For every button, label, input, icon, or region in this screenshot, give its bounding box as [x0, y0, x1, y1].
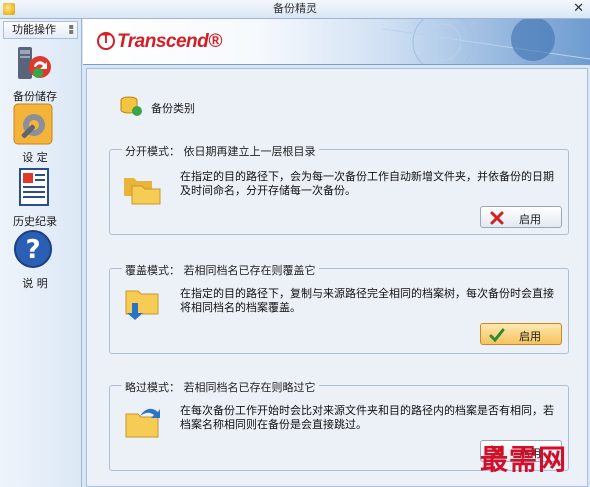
group-legend: 分开模式： 依日期再建立上一层根目录 [122, 143, 319, 159]
enable-button-separate[interactable]: 启用 [480, 206, 562, 228]
sidebar-item-backup[interactable]: 备份储存 [0, 43, 82, 103]
brand-logo: Transcend® [97, 31, 222, 53]
grip-icon: ▪ ▪ [68, 22, 74, 36]
svg-text:?: ? [25, 235, 40, 265]
button-label: 启用 [519, 213, 541, 226]
group-legend: 覆盖模式： 若相同档名已存在则覆盖它 [122, 262, 319, 278]
group-description: 在指定的目的路径下，会为每一次备份工作自动新增文件夹，并依备份的日期及时间命名，… [180, 170, 554, 197]
folder-overwrite-icon [125, 290, 159, 320]
sidebar-item-settings[interactable]: 设 定 [0, 103, 82, 164]
window-title: 备份精灵 [273, 2, 317, 15]
mode-group-separate: 分开模式： 依日期再建立上一层根目录 在指定的目的路径下，会为每一次备份工作自动… [109, 143, 569, 235]
sidebar-item-label: 说 明 [22, 277, 48, 290]
banner-art-icon [383, 19, 590, 64]
sidebar-header-label: 功能操作 [12, 23, 56, 36]
database-icon [120, 96, 142, 116]
mode-group-overwrite: 覆盖模式： 若相同档名已存在则覆盖它 在指定的目的路径下，复制与来源路径完全相同… [109, 262, 569, 354]
settings-icon [13, 103, 53, 145]
sidebar-item-history[interactable]: 历史纪录 [0, 167, 82, 228]
sidebar: 功能操作 ▪ ▪ 备份储存 设 定 历史纪录 ? 说 明 [0, 19, 82, 487]
enable-button-overwrite[interactable]: 启用 [480, 323, 562, 345]
backup-icon [18, 47, 51, 79]
main-panel: 备份类别 分开模式： 依日期再建立上一层根目录 在指定的目的路径下，会为每一次备… [86, 68, 588, 487]
folders-icon [124, 178, 161, 205]
sidebar-item-label: 设 定 [22, 151, 48, 164]
history-icon [19, 168, 49, 206]
sidebar-header: 功能操作 ▪ ▪ [3, 21, 78, 39]
sidebar-item-label: 备份储存 [13, 90, 57, 103]
app-icon [3, 3, 15, 15]
watermark-text: 最需网 [480, 443, 568, 476]
cross-icon [490, 211, 504, 225]
section-title: 备份类别 [151, 102, 195, 115]
check-icon [489, 328, 505, 343]
transcend-logo-icon [97, 31, 115, 50]
close-icon[interactable]: ✕ [573, 0, 584, 18]
group-description: 在每次备份工作开始时会比对来源文件夹和目的路径内的档案是否有相同，若档案名称相同… [180, 404, 554, 431]
help-icon: ? [14, 230, 52, 268]
button-label: 启用 [519, 330, 541, 343]
folder-skip-icon [125, 408, 160, 438]
group-legend: 略过模式： 若相同档名已存在则略过它 [122, 379, 319, 395]
brand-banner: Transcend® [83, 19, 590, 65]
group-description: 在指定的目的路径下，复制与来源路径完全相同的档案树，每次备份时会直接将相同档名的… [180, 287, 554, 314]
sidebar-item-help[interactable]: ? 说 明 [0, 227, 82, 290]
title-bar: 备份精灵 ✕ [0, 0, 590, 19]
